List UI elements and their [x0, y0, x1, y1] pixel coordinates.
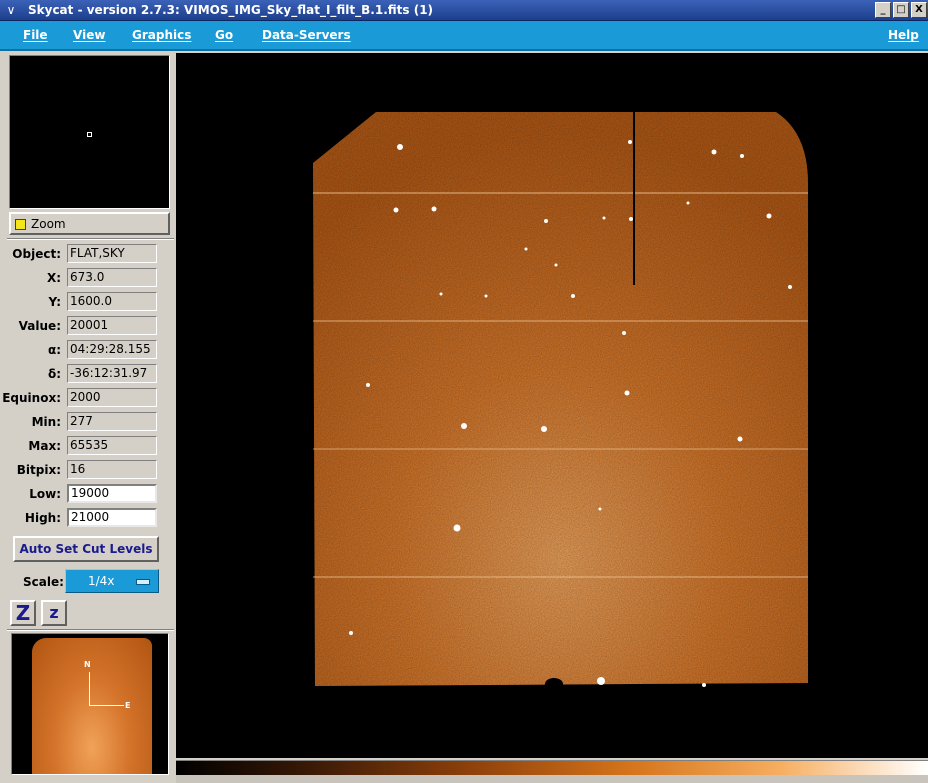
menu-help[interactable]: Help [888, 28, 919, 42]
info-row-low: Low: 19000 [7, 484, 174, 504]
value-label: Value: [18, 319, 61, 333]
compass-north-arrow-icon [89, 672, 90, 706]
thumbnail-image [32, 638, 152, 774]
zoom-out-button[interactable]: z [41, 600, 67, 626]
info-row-value: Value: 20001 [7, 316, 174, 336]
low-cut-input[interactable]: 19000 [67, 484, 157, 503]
close-button[interactable]: X [911, 2, 927, 18]
compass-east-label: E [125, 701, 131, 710]
dec-value: -36:12:31.97 [67, 364, 157, 383]
compass-north-label: N [84, 660, 91, 669]
zoom-toggle-label: Zoom [31, 217, 66, 231]
divider [7, 629, 174, 631]
bottom-strip [176, 775, 928, 783]
y-value: 1600.0 [67, 292, 157, 311]
info-row-bitpix: Bitpix: 16 [7, 460, 174, 480]
panner-thumbnail[interactable]: N E [11, 633, 169, 775]
object-value: FLAT,SKY [67, 244, 157, 263]
info-row-high: High: 21000 [7, 508, 174, 528]
y-label: Y: [48, 295, 61, 309]
zoom-in-button[interactable]: Z [10, 600, 36, 626]
bitpix-value: 16 [67, 460, 157, 479]
menu-graphics[interactable]: Graphics [132, 28, 191, 42]
max-label: Max: [28, 439, 61, 453]
title-bar: ∨ Skycat - version 2.7.3: VIMOS_IMG_Sky_… [0, 0, 928, 21]
dec-label: δ: [47, 367, 61, 381]
max-value: 65535 [67, 436, 157, 455]
ra-value: 04:29:28.155 [67, 340, 157, 359]
window-title: Skycat - version 2.7.3: VIMOS_IMG_Sky_fl… [28, 3, 434, 17]
image-canvas[interactable] [176, 53, 928, 758]
min-label: Min: [31, 415, 61, 429]
info-row-equinox: Equinox: 2000 [2, 388, 174, 408]
ra-label: α: [47, 343, 61, 357]
info-row-dec: δ: -36:12:31.97 [7, 364, 174, 384]
x-value: 673.0 [67, 268, 157, 287]
min-value: 277 [67, 412, 157, 431]
scale-menu-button[interactable]: 1/4x [65, 569, 159, 593]
auto-set-cut-levels-button[interactable]: Auto Set Cut Levels [13, 536, 159, 562]
bitpix-label: Bitpix: [16, 463, 61, 477]
scale-label: Scale: [23, 575, 64, 589]
object-label: Object: [12, 247, 61, 261]
control-panel: Zoom Object: FLAT,SKY X: 673.0 Y: 1600.0… [2, 53, 174, 779]
info-row-max: Max: 65535 [7, 436, 174, 456]
scale-value: 1/4x [88, 574, 115, 588]
minimize-button[interactable]: _ [875, 2, 891, 18]
equinox-label: Equinox: [2, 391, 61, 405]
high-cut-input[interactable]: 21000 [67, 508, 157, 527]
maximize-button[interactable]: □ [893, 2, 909, 18]
pixel-value: 20001 [67, 316, 157, 335]
divider [7, 238, 174, 240]
info-row-y: Y: 1600.0 [7, 292, 174, 312]
pan-window[interactable] [9, 55, 170, 209]
high-label: High: [24, 511, 61, 525]
colormap-bar [176, 760, 928, 775]
info-row-ra: α: 04:29:28.155 [7, 340, 174, 360]
zoom-indicator-icon [15, 219, 26, 230]
menu-bar: File View Graphics Go Data-Servers Help [0, 21, 928, 51]
zoom-region-marker [87, 132, 92, 137]
low-label: Low: [29, 487, 61, 501]
info-row-object: Object: FLAT,SKY [7, 244, 174, 264]
menu-go[interactable]: Go [215, 28, 233, 42]
fits-image [313, 112, 808, 690]
x-label: X: [46, 271, 61, 285]
equinox-value: 2000 [67, 388, 157, 407]
compass-east-arrow-icon [89, 705, 124, 706]
zoom-toggle-button[interactable]: Zoom [9, 212, 170, 235]
menu-view[interactable]: View [73, 28, 105, 42]
info-row-x: X: 673.0 [7, 268, 174, 288]
window-menu-icon[interactable]: ∨ [3, 2, 19, 18]
menu-data-servers[interactable]: Data-Servers [262, 28, 351, 42]
info-row-min: Min: 277 [7, 412, 174, 432]
option-menu-indicator-icon [136, 579, 150, 585]
menu-file[interactable]: File [23, 28, 48, 42]
